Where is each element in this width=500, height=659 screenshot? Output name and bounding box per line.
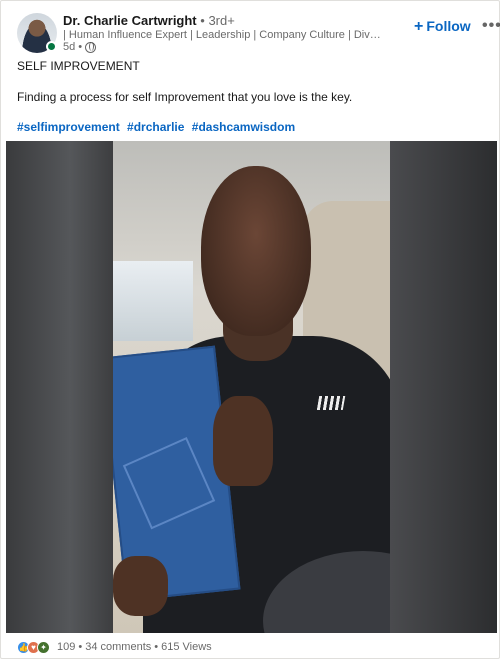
author-name-line: Dr. Charlie Cartwright • 3rd+ xyxy=(63,13,235,28)
car-window xyxy=(113,261,193,341)
comments-count[interactable]: 34 comments xyxy=(85,641,151,653)
post-card: Dr. Charlie Cartwright • 3rd+ | Human In… xyxy=(0,0,500,659)
connection-degree-label: 3rd+ xyxy=(208,13,235,28)
online-status-indicator xyxy=(46,41,57,52)
post-meta: 5d • xyxy=(63,41,97,53)
notebook-emblem xyxy=(122,436,216,530)
video-frame xyxy=(113,141,390,633)
hashtag-link[interactable]: #selfimprovement xyxy=(17,120,120,134)
person-hand xyxy=(213,396,273,486)
person-head xyxy=(201,166,311,336)
author-name[interactable]: Dr. Charlie Cartwright xyxy=(63,13,197,28)
plus-icon: + xyxy=(414,18,424,35)
post-time: 5d xyxy=(63,41,76,53)
follow-button[interactable]: + Follow xyxy=(414,18,471,36)
social-counts: 👍 ♥ ✦ 109 • 34 comments • 615 Views xyxy=(17,640,212,654)
video-blur-left xyxy=(6,141,113,633)
reaction-count[interactable]: 109 xyxy=(57,641,75,653)
video-blur-right xyxy=(390,141,497,633)
shirt-logo xyxy=(316,396,346,410)
globe-icon xyxy=(85,41,97,53)
hashtag-link[interactable]: #drcharlie xyxy=(127,120,184,134)
insightful-icon: ✦ xyxy=(37,640,50,654)
video-player[interactable] xyxy=(6,141,497,633)
post-header: Dr. Charlie Cartwright • 3rd+ | Human In… xyxy=(17,11,500,53)
author-headline: | Human Influence Expert | Leadership | … xyxy=(63,29,383,41)
reaction-icons[interactable]: 👍 ♥ ✦ xyxy=(17,640,50,654)
person-hand-lower xyxy=(113,556,168,616)
views-count: 615 Views xyxy=(161,641,212,653)
hashtag-link[interactable]: #dashcamwisdom xyxy=(192,120,295,134)
post-hashtags: #selfimprovement #drcharlie #dashcamwisd… xyxy=(17,120,299,134)
follow-label: Follow xyxy=(426,18,471,34)
post-body: Finding a process for self Improvement t… xyxy=(17,90,353,104)
more-options-button[interactable]: ••• xyxy=(482,17,500,35)
post-title: SELF IMPROVEMENT xyxy=(17,59,140,73)
connection-degree: • 3rd+ xyxy=(200,13,235,28)
